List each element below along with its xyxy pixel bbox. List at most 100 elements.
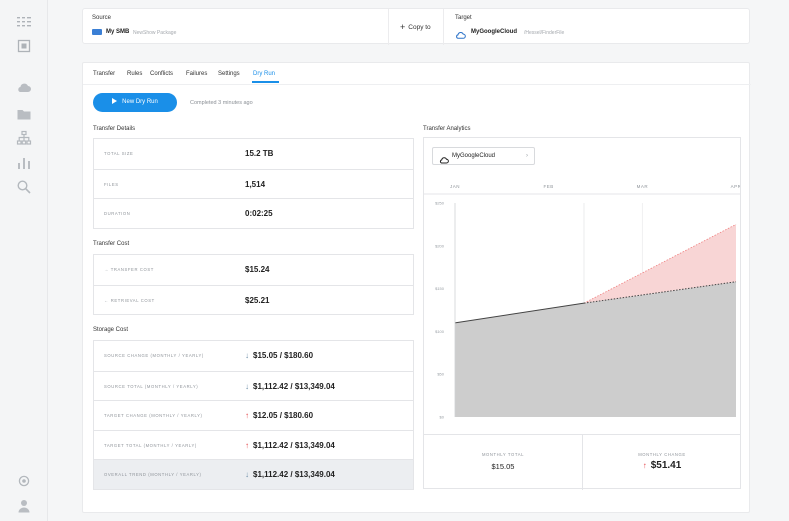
source-path: NewShow Package — [133, 30, 177, 36]
row-key: Transfer Cost — [110, 267, 154, 272]
tab-dry-run[interactable]: Dry Run — [253, 71, 275, 77]
copy-to-button[interactable]: + Copy to — [400, 21, 431, 32]
bar-chart-icon[interactable] — [16, 155, 32, 171]
row-value: $15.24 — [245, 265, 270, 274]
row-key: Source Total (Monthly / Yearly) — [104, 383, 199, 389]
x-tick-label: APR — [731, 184, 740, 189]
table-row: Overall Trend (Monthly / Yearly) ↓ $1,112.… — [94, 459, 413, 489]
base-cost-area — [455, 281, 736, 417]
cloud-icon[interactable] — [16, 80, 32, 96]
tab-settings[interactable]: Settings — [218, 71, 240, 77]
table-row: Target Change (Monthly / Yearly) ↑ $12.05 … — [94, 400, 413, 430]
row-key: Overall Trend (Monthly / Yearly) — [104, 472, 202, 477]
new-dry-run-button[interactable]: New Dry Run — [93, 93, 177, 112]
divider — [443, 9, 444, 45]
table-row: → Transfer Cost $15.24 — [94, 255, 413, 285]
transfer-cost-heading: Transfer Cost — [93, 241, 130, 247]
main-panel: Transfer Rules Conflicts Failures Settin… — [82, 62, 751, 513]
arrow-up-icon: ↑ — [245, 411, 249, 420]
tab-rules[interactable]: Rules — [127, 71, 142, 77]
cloud-selector-label: MyGoogleCloud — [452, 153, 496, 159]
transfer-cost-table: → Transfer Cost $15.24 ← Retrieval Cost $2… — [93, 254, 414, 315]
arrow-down-icon: ↓ — [245, 470, 249, 479]
row-value: $1,112.42 / $13,349.04 — [253, 440, 335, 450]
table-row: Duration 0:02:25 — [94, 198, 413, 228]
row-key: Files — [104, 181, 119, 187]
org-tree-icon[interactable] — [16, 130, 32, 146]
table-row: Source Total (Monthly / Yearly) ↓ $1,112.4… — [94, 370, 413, 400]
monthly-total-value: $15.05 — [491, 462, 515, 471]
sidebar-rail — [0, 0, 48, 521]
cloud-selector-dropdown[interactable]: MyGoogleCloud › — [432, 147, 535, 165]
divider — [388, 9, 389, 45]
box-icon[interactable] — [16, 38, 32, 54]
row-value: $25.21 — [245, 295, 270, 305]
monthly-total-label: Monthly Total — [481, 452, 525, 457]
folder-icon[interactable] — [16, 106, 32, 122]
row-key: Source Change (Monthly / Yearly) — [104, 353, 204, 358]
table-row: Files 1,514 — [94, 168, 413, 198]
target-path: /Hessel/FinderFile — [524, 30, 565, 36]
tab-failures[interactable]: Failures — [186, 71, 207, 77]
cloud-icon — [455, 27, 466, 39]
metrics-row: Monthly Total $15.05 Monthly Change ↑ $51… — [424, 434, 740, 490]
cost-area-chart: JAN FEB MAR APR $0 $50 $100 $150 $200 $250 — [424, 184, 740, 420]
x-tick-label: JAN — [450, 184, 460, 189]
table-row: Target Total (Monthly / Yearly) ↑ $1,112.4… — [94, 429, 413, 459]
search-icon[interactable] — [16, 179, 32, 195]
row-value: $12.05 / $180.60 — [253, 411, 314, 420]
table-row: Total Size 15.2 TB — [94, 139, 413, 169]
row-key: Duration — [104, 211, 131, 216]
table-row: Source Change (Monthly / Yearly) ↓ $15.05 … — [94, 341, 413, 371]
row-value: $15.05 / $180.60 — [253, 351, 314, 360]
play-icon — [112, 98, 118, 104]
storage-cost-heading: Storage Cost — [93, 327, 129, 333]
row-key: Target Change (Monthly / Yearly) — [104, 413, 203, 418]
transfer-details-table: Total Size 15.2 TB Files 1,514 Duration 0:0… — [93, 138, 414, 229]
target-name[interactable]: MyGoogleCloud — [471, 29, 517, 35]
source-label: Source — [92, 15, 112, 21]
row-key: Target Total (Monthly / Yearly) — [104, 442, 197, 448]
copy-to-label: Copy to — [408, 24, 431, 31]
arrow-right-icon: → — [104, 267, 109, 272]
row-value: 0:02:25 — [245, 209, 273, 218]
row-value: 1,514 — [245, 179, 266, 189]
new-dry-run-label: New Dry Run — [122, 99, 158, 105]
transfer-analytics-heading: Transfer Analytics — [423, 126, 471, 132]
y-tick-label: $200 — [435, 243, 445, 248]
x-tick-label: FEB — [544, 184, 554, 189]
monthly-change-metric: Monthly Change ↑ $51.41 — [582, 435, 740, 490]
plus-icon: + — [400, 22, 406, 32]
y-tick-label: $250 — [435, 201, 445, 206]
user-icon[interactable] — [16, 498, 32, 514]
row-value: $1,112.42 / $13,349.04 — [253, 470, 335, 479]
menu-icon[interactable] — [16, 14, 32, 30]
chevron-right-icon: › — [526, 153, 528, 159]
y-tick-label: $0 — [440, 415, 445, 420]
row-value: 15.2 TB — [245, 149, 274, 158]
target-label: Target — [455, 15, 472, 21]
analytics-card: MyGoogleCloud › JAN FEB MAR APR $0 $50 $100 $15… — [423, 137, 741, 490]
tab-transfer[interactable]: Transfer — [93, 71, 115, 77]
monthly-change-value: $51.41 — [650, 460, 682, 471]
source-target-bar: Source My SMB NewShow Package + Copy to T… — [82, 8, 750, 45]
x-tick-label: MAR — [637, 184, 649, 189]
y-tick-label: $50 — [437, 372, 444, 377]
arrow-down-icon: ↓ — [245, 351, 249, 360]
arrow-up-icon: ↑ — [245, 440, 249, 450]
y-tick-label: $100 — [435, 329, 445, 334]
monthly-change-label: Monthly Change — [638, 452, 686, 457]
arrow-left-icon: ← — [104, 297, 109, 303]
active-tab-indicator — [252, 81, 279, 83]
tab-conflicts[interactable]: Conflicts — [150, 71, 173, 77]
settings-icon[interactable] — [16, 473, 32, 489]
transfer-details-heading: Transfer Details — [93, 126, 136, 132]
row-key: Retrieval Cost — [110, 297, 155, 303]
source-name[interactable]: My SMB — [106, 29, 129, 35]
storage-cost-table: Source Change (Monthly / Yearly) ↓ $15.05 … — [93, 340, 414, 490]
arrow-up-icon: ↑ — [642, 461, 647, 470]
monthly-total-metric: Monthly Total $15.05 — [424, 435, 582, 490]
y-tick-label: $150 — [435, 286, 445, 291]
arrow-down-icon: ↓ — [245, 381, 249, 391]
tabs-divider — [83, 84, 751, 85]
